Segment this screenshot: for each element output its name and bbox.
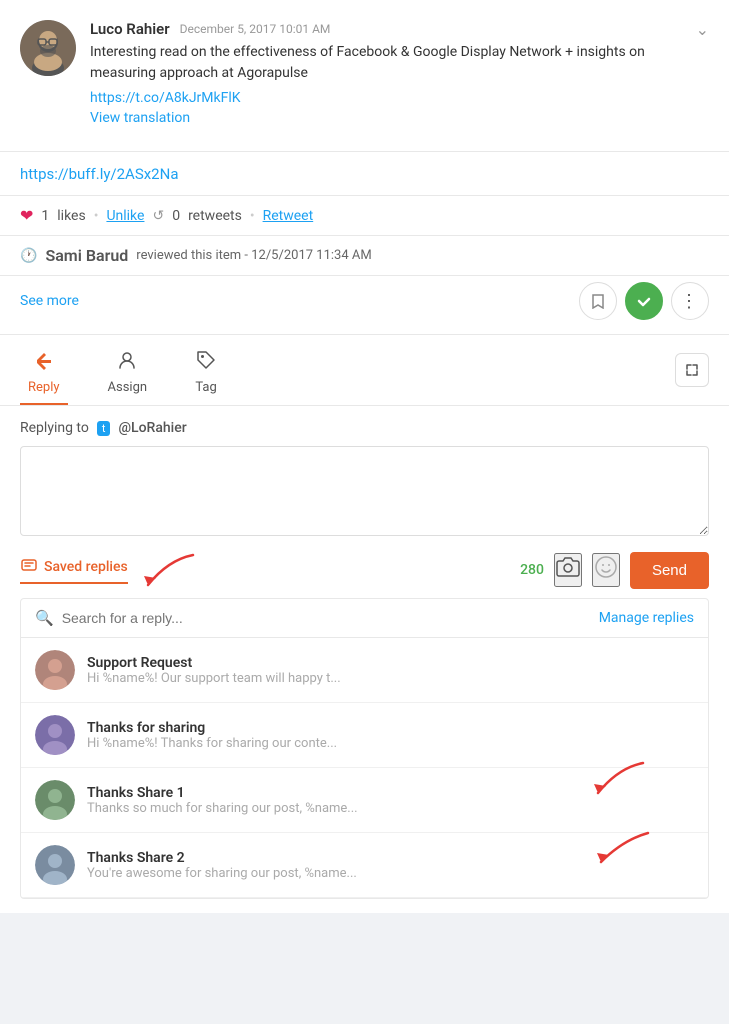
search-row: 🔍 Manage replies [21, 599, 708, 638]
retweets-label: retweets [188, 208, 242, 224]
separator-2: • [250, 208, 255, 224]
reply-tab-icon [33, 349, 55, 376]
retweet-link[interactable]: Retweet [263, 208, 314, 224]
replying-to-label: Replying to [20, 420, 89, 436]
tag-tab-icon [195, 349, 217, 376]
reviewer-name: Sami Barud [45, 246, 128, 265]
reply-preview-1: Hi %name%! Thanks for sharing our conte.… [87, 736, 694, 751]
tab-tag-label: Tag [195, 380, 216, 395]
camera-button[interactable] [554, 553, 582, 587]
reply-title-0: Support Request [87, 655, 694, 671]
expand-button[interactable] [675, 353, 709, 387]
likes-count: 1 [41, 208, 49, 224]
saved-replies-button[interactable]: Saved replies [20, 556, 128, 584]
separator-1: • [94, 208, 99, 224]
reply-preview-2: Thanks so much for sharing our post, %na… [87, 801, 694, 816]
clock-icon: 🕐 [20, 248, 37, 264]
bookmark-button[interactable] [579, 282, 617, 320]
search-left: 🔍 [35, 609, 262, 627]
search-icon: 🔍 [35, 609, 54, 627]
char-count: 280 [520, 562, 544, 578]
reply-item-3[interactable]: Thanks Share 2 You're awesome for sharin… [21, 833, 708, 898]
post-content: Interesting read on the effectiveness of… [90, 42, 696, 84]
author-name: Luco Rahier [90, 20, 170, 38]
saved-replies-icon [20, 556, 38, 578]
reply-avatar-1 [35, 715, 75, 755]
retweet-icon: ↺ [152, 208, 164, 224]
saved-replies-dropdown: 🔍 Manage replies Suppo [20, 598, 709, 899]
reply-title-1: Thanks for sharing [87, 720, 694, 736]
send-button[interactable]: Send [630, 552, 709, 589]
heart-icon: ❤ [20, 206, 33, 225]
more-options-button[interactable]: ⋮ [671, 282, 709, 320]
saved-replies-label: Saved replies [44, 559, 128, 575]
reply-text-1: Thanks for sharing Hi %name%! Thanks for… [87, 720, 694, 751]
manage-replies-link[interactable]: Manage replies [599, 610, 694, 626]
retweets-count: 0 [172, 208, 180, 224]
search-input[interactable] [62, 610, 262, 626]
reply-avatar-0 [35, 650, 75, 690]
red-arrow-annotation-1 [138, 550, 198, 590]
reply-item-0[interactable]: Support Request Hi %name%! Our support t… [21, 638, 708, 703]
reply-item-2[interactable]: Thanks Share 1 Thanks so much for sharin… [21, 768, 708, 833]
complete-button[interactable] [625, 282, 663, 320]
twitter-badge: t [97, 421, 111, 436]
tab-assign[interactable]: Assign [100, 335, 156, 405]
tab-tag[interactable]: Tag [187, 335, 225, 405]
mention-handle: @LoRahier [118, 420, 186, 436]
unlike-link[interactable]: Unlike [106, 208, 144, 224]
likes-section: ❤ 1 likes • Unlike ↺ 0 retweets • Retwee… [0, 196, 729, 236]
tab-reply-label: Reply [28, 380, 60, 395]
post-external-link[interactable]: https://t.co/A8kJrMkFlK [90, 90, 696, 106]
review-text: reviewed this item - 12/5/2017 11:34 AM [136, 248, 371, 263]
post-date: December 5, 2017 10:01 AM [180, 22, 331, 36]
reply-text-0: Support Request Hi %name%! Our support t… [87, 655, 694, 686]
likes-label: likes [57, 208, 85, 224]
author-avatar [20, 20, 76, 76]
red-arrow-annotation-2 [578, 758, 648, 798]
chevron-down-icon[interactable]: ⌄ [696, 20, 709, 39]
actions-row: See more ⋮ [0, 276, 729, 334]
reply-section: Replying to t @LoRahier Saved replies [0, 406, 729, 913]
see-more-link[interactable]: See more [20, 293, 79, 309]
tab-reply[interactable]: Reply [20, 335, 68, 405]
buff-link[interactable]: https://buff.ly/2ASx2Na [20, 165, 178, 183]
tab-bar: Reply Assign Tag [0, 334, 729, 406]
view-translation-link[interactable]: View translation [90, 110, 696, 126]
reply-preview-0: Hi %name%! Our support team will happy t… [87, 671, 694, 686]
assign-tab-icon [116, 349, 138, 376]
red-arrow-annotation-3 [583, 828, 653, 868]
reply-textarea[interactable] [20, 446, 709, 536]
buff-link-section: https://buff.ly/2ASx2Na [0, 152, 729, 196]
reply-avatar-3 [35, 845, 75, 885]
review-bar: 🕐 Sami Barud reviewed this item - 12/5/2… [0, 236, 729, 276]
tab-assign-label: Assign [108, 380, 148, 395]
emoji-button[interactable] [592, 553, 620, 587]
reply-avatar-2 [35, 780, 75, 820]
replying-to-row: Replying to t @LoRahier [20, 420, 709, 436]
action-buttons: ⋮ [579, 282, 709, 320]
reply-list: Support Request Hi %name%! Our support t… [21, 638, 708, 898]
